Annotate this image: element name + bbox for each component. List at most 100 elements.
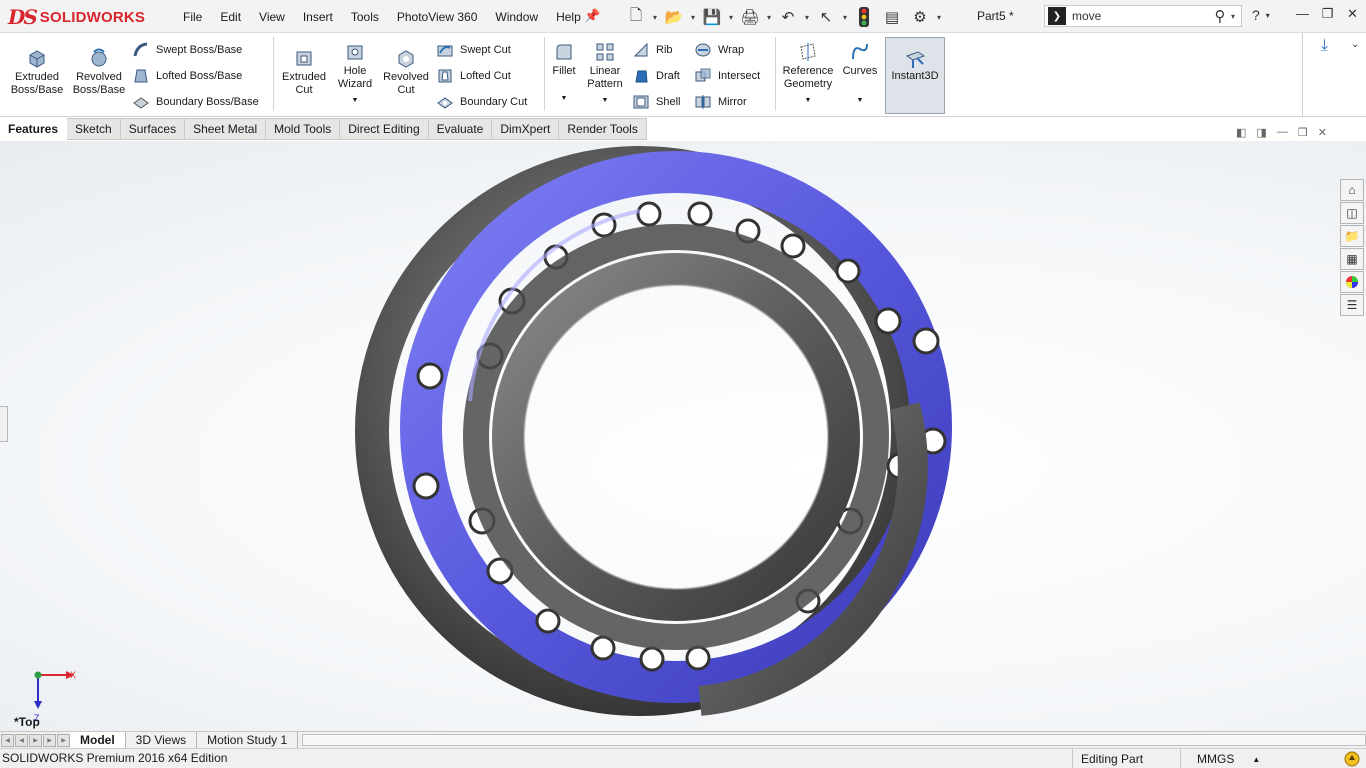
prev-tab-icon[interactable]: ◀ xyxy=(15,733,28,747)
reference-geometry-dropdown-icon[interactable]: ▼ xyxy=(805,94,812,107)
last-tab-icon[interactable]: ▶ xyxy=(43,733,56,747)
rib-button[interactable]: Rib xyxy=(632,41,673,59)
tab-menu-icon[interactable]: ▶ xyxy=(57,733,70,747)
unit-dropdown-icon[interactable]: ▲ xyxy=(1252,755,1260,764)
swept-boss-button[interactable]: Swept Boss/Base xyxy=(132,41,242,59)
horizontal-scrollbar[interactable] xyxy=(302,734,1366,746)
file-properties-icon[interactable]: ▤ xyxy=(878,5,906,29)
revolved-cut-button[interactable]: Revolved Cut xyxy=(380,47,432,97)
tab-render-tools[interactable]: Render Tools xyxy=(559,118,647,140)
menu-window[interactable]: Window xyxy=(486,10,547,24)
options-gear-icon[interactable]: ⚙ xyxy=(906,5,934,29)
menu-photoview[interactable]: PhotoView 360 xyxy=(388,10,487,24)
tab-sketch[interactable]: Sketch xyxy=(67,118,121,140)
command-search[interactable]: ❯ move ⚲ ▾ xyxy=(1044,5,1242,27)
hole-wizard-dropdown-icon[interactable]: ▼ xyxy=(352,94,359,107)
new-document-icon[interactable]: 🗋 xyxy=(622,5,650,29)
instant3d-button[interactable]: Instant3D xyxy=(885,37,945,114)
pin-icon[interactable]: 📌 xyxy=(584,8,600,24)
viewport-close-icon[interactable]: ✕ xyxy=(1318,126,1327,139)
rebuild-traffic-light-icon[interactable] xyxy=(850,5,878,29)
menu-file[interactable]: File xyxy=(174,10,211,24)
tab-features[interactable]: Features xyxy=(0,118,68,140)
swept-cut-button[interactable]: Swept Cut xyxy=(436,41,511,59)
linear-pattern-button[interactable]: Linear Pattern ▼ xyxy=(582,41,628,107)
tab-sheet-metal[interactable]: Sheet Metal xyxy=(185,118,267,140)
save-icon[interactable]: 💾 xyxy=(698,5,726,29)
new-dropdown-icon[interactable]: ▾ xyxy=(650,13,660,22)
hole-wizard-button[interactable]: Hole Wizard ▼ xyxy=(332,41,378,107)
tab-3d-views[interactable]: 3D Views xyxy=(126,732,198,748)
expand-chevron-icon[interactable]: ⌄ xyxy=(1351,39,1359,50)
collapse-right-icon[interactable]: ◨ xyxy=(1256,126,1266,139)
search-input[interactable]: move xyxy=(1072,9,1209,23)
mirror-button[interactable]: Mirror xyxy=(694,93,747,111)
tab-dimxpert[interactable]: DimXpert xyxy=(492,118,560,140)
fillet-dropdown-icon[interactable]: ▼ xyxy=(561,92,568,105)
first-tab-icon[interactable]: ◀ xyxy=(1,733,14,747)
inner-race-ring[interactable] xyxy=(492,253,860,621)
revolved-boss-label: Revolved Boss/Base xyxy=(72,71,126,96)
extruded-cut-button[interactable]: Extruded Cut xyxy=(278,47,330,97)
search-icon[interactable]: ⚲ xyxy=(1209,7,1231,25)
lofted-cut-button[interactable]: Lofted Cut xyxy=(436,67,511,85)
draft-button[interactable]: Draft xyxy=(632,67,680,85)
parts-icon[interactable]: ◫ xyxy=(1340,202,1364,224)
tab-model[interactable]: Model xyxy=(70,732,126,748)
custom-properties-icon[interactable]: ☰ xyxy=(1340,294,1364,316)
feature-manager-flyout-handle[interactable] xyxy=(0,406,8,442)
boundary-boss-button[interactable]: Boundary Boss/Base xyxy=(132,93,259,111)
shell-button[interactable]: Shell xyxy=(632,93,680,111)
appearances-icon[interactable] xyxy=(1340,271,1364,293)
select-dropdown-icon[interactable]: ▾ xyxy=(840,13,850,22)
help-icon[interactable]: ? xyxy=(1252,7,1260,23)
tab-mold-tools[interactable]: Mold Tools xyxy=(266,118,341,140)
notifications-badge-icon[interactable] xyxy=(1344,751,1360,767)
viewport-restore-icon[interactable]: ❐ xyxy=(1298,126,1308,139)
viewport-minimize-icon[interactable]: — xyxy=(1277,126,1288,139)
options-dropdown-icon[interactable]: ▾ xyxy=(934,13,944,22)
select-cursor-icon[interactable]: ↖ xyxy=(812,5,840,29)
menu-tools[interactable]: Tools xyxy=(342,10,388,24)
revolved-boss-button[interactable]: Revolved Boss/Base xyxy=(70,47,128,97)
fillet-button[interactable]: Fillet ▼ xyxy=(548,41,580,105)
undo-icon[interactable]: ↶ xyxy=(774,5,802,29)
save-dropdown-icon[interactable]: ▾ xyxy=(726,13,736,22)
graphics-area[interactable]: ⌂ ◫ 📁 ▦ ☰ X Z *Top xyxy=(0,141,1366,731)
menu-insert[interactable]: Insert xyxy=(294,10,342,24)
tab-motion-study[interactable]: Motion Study 1 xyxy=(197,732,299,748)
heads-up-view-icon[interactable]: ⤓ xyxy=(1321,37,1328,55)
restore-icon[interactable]: ❐ xyxy=(1315,6,1340,22)
close-icon[interactable]: ✕ xyxy=(1340,6,1365,22)
intersect-button[interactable]: Intersect xyxy=(694,67,760,85)
minimize-icon[interactable]: — xyxy=(1290,6,1315,22)
curves-dropdown-icon[interactable]: ▼ xyxy=(857,94,864,107)
extruded-boss-button[interactable]: Extruded Boss/Base xyxy=(8,47,66,97)
folder-icon[interactable]: 📁 xyxy=(1340,225,1364,247)
view-palette-icon[interactable]: ▦ xyxy=(1340,248,1364,270)
lofted-boss-button[interactable]: Lofted Boss/Base xyxy=(132,67,242,85)
print-icon[interactable]: 🖨 xyxy=(736,5,764,29)
print-dropdown-icon[interactable]: ▾ xyxy=(764,13,774,22)
tab-evaluate[interactable]: Evaluate xyxy=(428,118,493,140)
open-dropdown-icon[interactable]: ▾ xyxy=(688,13,698,22)
collapse-left-icon[interactable]: ◧ xyxy=(1236,126,1246,139)
home-icon[interactable]: ⌂ xyxy=(1340,179,1364,201)
menu-view[interactable]: View xyxy=(250,10,294,24)
solidworks-logo[interactable]: DS SOLIDWORKS xyxy=(8,1,154,33)
unit-system-selector[interactable]: MMGS ▲ xyxy=(1180,749,1260,768)
undo-dropdown-icon[interactable]: ▾ xyxy=(802,13,812,22)
tab-surfaces[interactable]: Surfaces xyxy=(120,118,186,140)
curves-button[interactable]: Curves ▼ xyxy=(840,41,880,107)
help-dropdown-icon[interactable]: ▾ xyxy=(1266,11,1270,20)
boundary-cut-button[interactable]: Boundary Cut xyxy=(436,93,527,111)
search-dropdown-icon[interactable]: ▾ xyxy=(1231,12,1241,21)
open-folder-icon[interactable]: 📂 xyxy=(660,5,688,29)
linear-pattern-dropdown-icon[interactable]: ▼ xyxy=(602,94,609,107)
reference-geometry-button[interactable]: Reference Geometry ▼ xyxy=(780,41,836,107)
wrap-button[interactable]: Wrap xyxy=(694,41,744,59)
tab-direct-editing[interactable]: Direct Editing xyxy=(340,118,429,140)
menu-edit[interactable]: Edit xyxy=(211,10,250,24)
next-tab-icon[interactable]: ▶ xyxy=(29,733,42,747)
bearing-model[interactable] xyxy=(0,141,1366,731)
